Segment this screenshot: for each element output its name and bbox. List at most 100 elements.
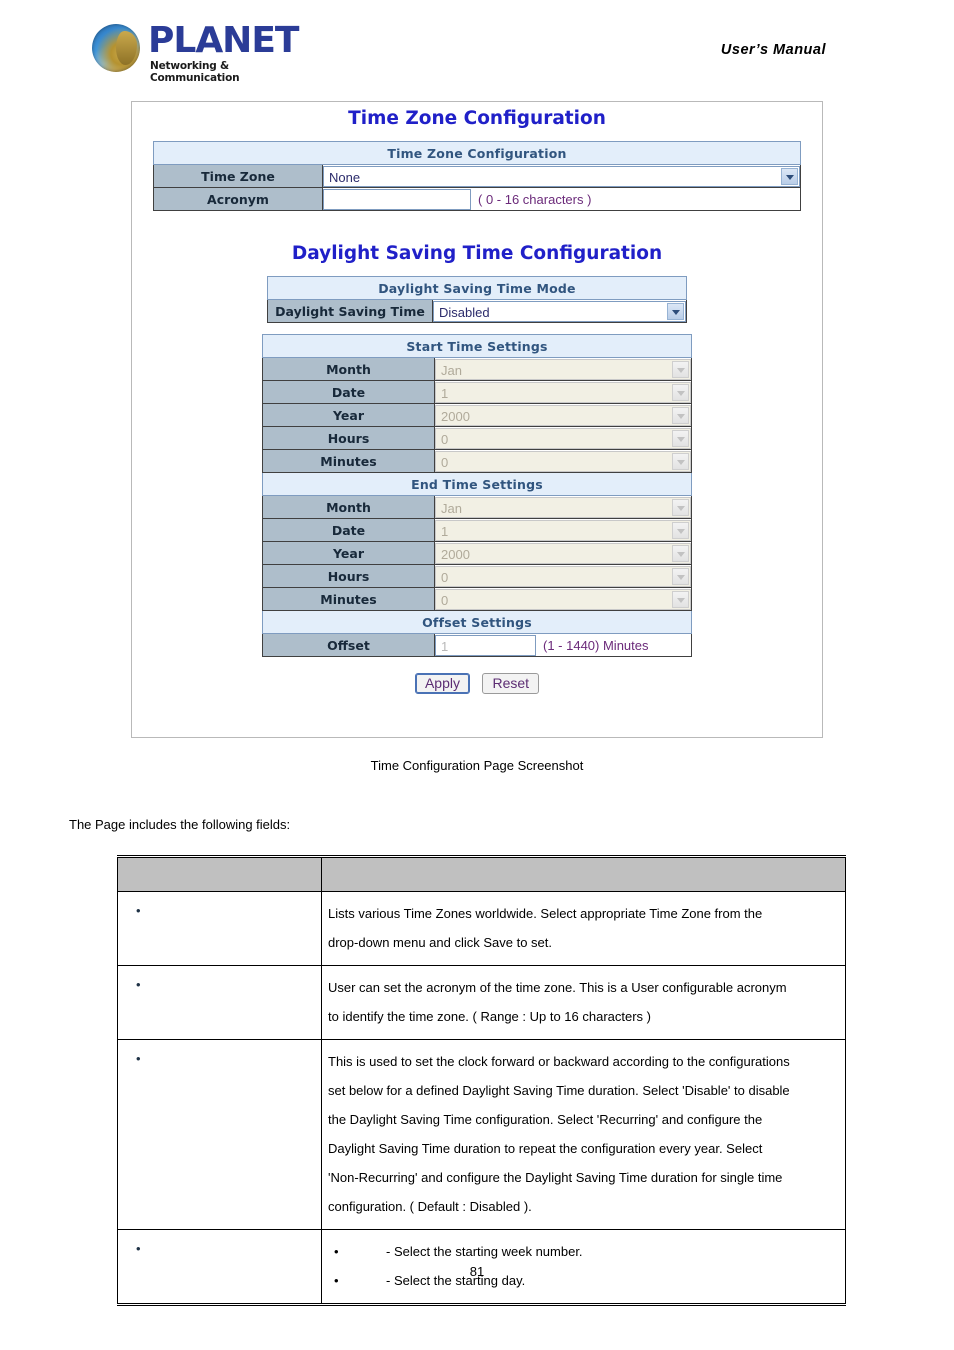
start-month-select[interactable]: Jan (435, 358, 691, 380)
end-hours-select[interactable]: 0 (435, 565, 691, 587)
chevron-down-icon (672, 590, 689, 608)
brand-name: PLANET (148, 20, 299, 61)
page-title-dst: Daylight Saving Time Configuration (291, 243, 663, 264)
page-header: PLANET Networking & Communication User’s… (0, 0, 954, 98)
page-title-timezone: Time Zone Configuration (348, 108, 606, 129)
object-cell (117, 1039, 322, 1230)
dst-mode-section-label: Daylight Saving Time Mode (267, 276, 687, 300)
timezone-value-cell: None (322, 164, 801, 188)
chevron-down-icon[interactable] (781, 167, 798, 185)
dst-mode-value-cell: Disabled (432, 299, 687, 323)
table-row: User can set the acronym of the time zon… (117, 965, 846, 1040)
chevron-down-icon[interactable] (667, 302, 684, 320)
object-bullet (124, 1237, 312, 1266)
start-month-select-value: Jan (441, 362, 462, 378)
acronym-label: Acronym (153, 187, 323, 211)
brand-tagline: Networking & Communication (150, 60, 240, 84)
chevron-down-icon (672, 521, 689, 539)
timezone-select[interactable]: None (323, 165, 800, 187)
description-line: Daylight Saving Time duration to repeat … (328, 1141, 763, 1156)
table-row-end-year: Year 2000 (262, 541, 692, 565)
start-hours-value-cell: 0 (434, 426, 692, 450)
description-line: This is used to set the clock forward or… (328, 1054, 790, 1069)
end-minutes-label: Minutes (262, 587, 435, 611)
table-row-end-month: Month Jan (262, 495, 692, 519)
chevron-down-icon (672, 567, 689, 585)
table-row-start-date: Date 1 (262, 380, 692, 404)
sub-list-item: - Select the starting week number. (328, 1237, 836, 1266)
table-row-offset: Offset 1 (1 - 1440) Minutes (262, 633, 692, 657)
start-month-label: Month (262, 357, 435, 381)
globe-icon (92, 24, 140, 72)
start-year-select-value: 2000 (441, 408, 470, 424)
start-month-value-cell: Jan (434, 357, 692, 381)
table-row-dst-mode: Daylight Saving Time Disabled (267, 299, 687, 323)
reset-button[interactable]: Reset (482, 673, 540, 694)
start-minutes-label: Minutes (262, 449, 435, 473)
apply-button[interactable]: Apply (414, 673, 470, 694)
end-hours-select-value: 0 (441, 569, 449, 585)
start-year-label: Year (262, 403, 435, 427)
end-year-select[interactable]: 2000 (435, 542, 691, 564)
table-row: This is used to set the clock forward or… (117, 1039, 846, 1230)
description-line: set below for a defined Daylight Saving … (328, 1083, 790, 1098)
table-row-end-minutes: Minutes 0 (262, 587, 692, 611)
header-object (117, 856, 322, 892)
start-year-select[interactable]: 2000 (435, 404, 691, 426)
offset-section-label: Offset Settings (262, 610, 692, 634)
start-date-value-cell: 1 (434, 380, 692, 404)
table-section-header: Start Time Settings (262, 334, 692, 358)
acronym-value-cell: ( 0 - 16 characters ) (322, 187, 801, 211)
start-date-select[interactable]: 1 (435, 381, 691, 403)
start-hours-select-value: 0 (441, 431, 449, 447)
end-month-select[interactable]: Jan (435, 496, 691, 518)
table-row-start-year: Year 2000 (262, 403, 692, 427)
end-month-label: Month (262, 495, 435, 519)
description-cell: Lists various Time Zones worldwide. Sele… (321, 891, 846, 966)
offset-input[interactable]: 1 (435, 634, 536, 656)
form-actions: Apply Reset (132, 673, 822, 694)
table-row-start-hours: Hours 0 (262, 426, 692, 450)
acronym-input[interactable] (323, 188, 471, 210)
chevron-down-icon (672, 498, 689, 516)
timezone-label: Time Zone (153, 164, 323, 188)
object-bullet (124, 973, 312, 1002)
figure-caption: Time Configuration Page Screenshot (370, 758, 584, 773)
table-header-row (117, 856, 846, 892)
description-cell: User can set the acronym of the time zon… (321, 965, 846, 1040)
table-row-start-month: Month Jan (262, 357, 692, 381)
timezone-section-label: Time Zone Configuration (153, 141, 801, 165)
start-minutes-value-cell: 0 (434, 449, 692, 473)
object-bullet (124, 899, 312, 928)
table-row-timezone: Time Zone None (153, 164, 801, 188)
start-hours-select[interactable]: 0 (435, 427, 691, 449)
table-row-end-hours: Hours 0 (262, 564, 692, 588)
chevron-down-icon (672, 429, 689, 447)
description-cell: This is used to set the clock forward or… (321, 1039, 846, 1230)
chevron-down-icon (672, 452, 689, 470)
dst-mode-select[interactable]: Disabled (433, 300, 686, 322)
description-line: Lists various Time Zones worldwide. Sele… (328, 906, 763, 921)
description-line: drop-down menu and click Save to set. (328, 935, 553, 950)
chevron-down-icon (672, 360, 689, 378)
end-minutes-value-cell: 0 (434, 587, 692, 611)
end-month-select-value: Jan (441, 500, 462, 516)
chevron-down-icon (672, 406, 689, 424)
start-hours-label: Hours (262, 426, 435, 450)
end-date-label: Date (262, 518, 435, 542)
table-section-header: Offset Settings (262, 610, 692, 634)
end-year-label: Year (262, 541, 435, 565)
offset-value-cell: 1 (1 - 1440) Minutes (434, 633, 692, 657)
object-cell (117, 891, 322, 966)
timezone-config-table: Time Zone Configuration Time Zone None A… (153, 141, 801, 211)
start-minutes-select[interactable]: 0 (435, 450, 691, 472)
end-time-section-label: End Time Settings (262, 472, 692, 496)
acronym-hint: ( 0 - 16 characters ) (478, 191, 592, 207)
end-minutes-select[interactable]: 0 (435, 588, 691, 610)
end-date-select[interactable]: 1 (435, 519, 691, 541)
end-year-value-cell: 2000 (434, 541, 692, 565)
table-section-header: Time Zone Configuration (153, 141, 801, 165)
start-time-section-label: Start Time Settings (262, 334, 692, 358)
end-minutes-select-value: 0 (441, 592, 449, 608)
start-date-label: Date (262, 380, 435, 404)
